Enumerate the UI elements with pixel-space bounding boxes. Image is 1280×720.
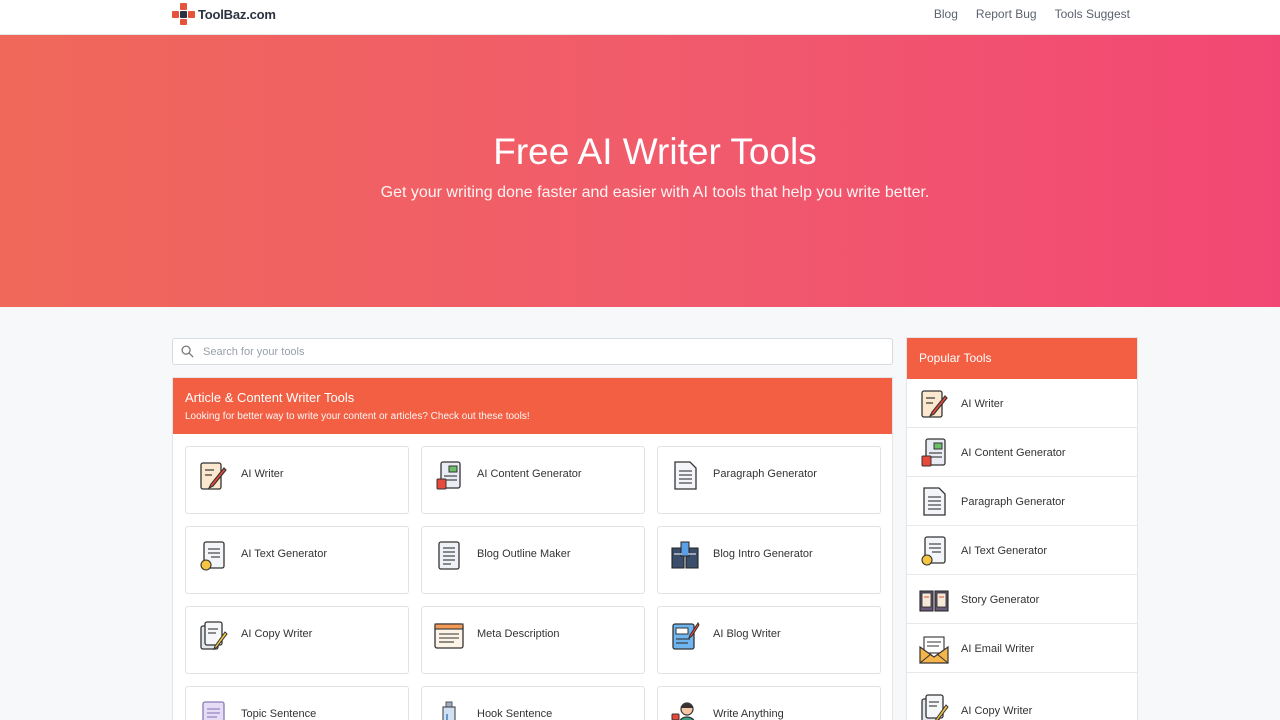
tool-card-ai-copy-writer[interactable]: AI Copy Writer	[185, 606, 409, 674]
brand-name: ToolBaz.com	[198, 6, 276, 22]
search-input[interactable]	[203, 342, 883, 361]
popular-item-label: AI Text Generator	[961, 545, 1048, 557]
tool-label: Blog Intro Generator	[713, 548, 813, 560]
nav-link-tools-suggest[interactable]: Tools Suggest	[1055, 7, 1130, 21]
tool-card-paragraph-generator[interactable]: Paragraph Generator	[657, 446, 881, 514]
popular-item-ai-writer[interactable]: AI Writer	[907, 379, 1137, 428]
popular-item-label: AI Copy Writer	[961, 705, 1033, 717]
tool-card-ai-writer[interactable]: AI Writer	[185, 446, 409, 514]
popular-item-label: Paragraph Generator	[961, 496, 1065, 508]
nav-link-report-bug[interactable]: Report Bug	[976, 7, 1037, 21]
writer-person-icon	[671, 702, 695, 720]
tool-card-ai-text-generator[interactable]: AI Text Generator	[185, 526, 409, 594]
popular-item-label: AI Content Generator	[961, 447, 1066, 459]
copy-pencil-icon	[200, 621, 228, 651]
tool-label: AI Writer	[241, 468, 284, 480]
tool-label: AI Copy Writer	[241, 628, 313, 640]
tool-card-meta-description[interactable]: Meta Description	[421, 606, 645, 674]
tool-label: Meta Description	[477, 628, 560, 640]
paragraph-doc-icon	[923, 487, 946, 516]
blog-pencil-icon	[672, 622, 700, 650]
pencil-notepad-icon	[921, 390, 948, 418]
popular-item-ai-copy-writer[interactable]: AI Copy Writer	[907, 673, 1137, 720]
paragraph-doc-icon	[674, 461, 697, 490]
tool-label: Topic Sentence	[241, 708, 317, 720]
tool-card-ai-blog-writer[interactable]: AI Blog Writer	[657, 606, 881, 674]
category-header: Article & Content Writer Tools Looking f…	[173, 378, 892, 434]
popular-item-ai-content-generator[interactable]: AI Content Generator	[907, 428, 1137, 477]
top-navbar: ToolBaz.com Blog Report Bug Tools Sugges…	[0, 0, 1280, 35]
popular-item-ai-text-generator[interactable]: AI Text Generator	[907, 526, 1137, 575]
hero-subtitle: Get your writing done faster and easier …	[380, 184, 930, 201]
tool-card-blog-outline-maker[interactable]: Blog Outline Maker	[421, 526, 645, 594]
tool-label: AI Text Generator	[241, 548, 328, 560]
tool-label: Write Anything	[713, 708, 784, 720]
category-title: Article & Content Writer Tools	[185, 390, 355, 405]
main-nav: Blog Report Bug Tools Suggest	[934, 7, 1130, 21]
hero-title: Free AI Writer Tools	[493, 131, 817, 172]
popular-tools-title: Popular Tools	[907, 338, 1137, 379]
story-book-icon	[919, 590, 949, 612]
popular-item-paragraph-generator[interactable]: Paragraph Generator	[907, 477, 1137, 526]
tool-card-hook-sentence[interactable]: Hook Sentence	[421, 686, 645, 720]
search-icon	[181, 345, 194, 358]
pencil-notepad-icon	[200, 462, 227, 490]
hook-bottle-icon	[442, 701, 456, 720]
tool-label: Paragraph Generator	[713, 468, 817, 480]
copy-pencil-icon	[921, 694, 949, 720]
text-doc-check-icon	[200, 541, 225, 571]
email-envelope-icon	[919, 636, 949, 664]
brand-logo[interactable]: ToolBaz.com	[172, 3, 276, 25]
tool-label: AI Blog Writer	[713, 628, 781, 640]
tool-card-blog-intro-generator[interactable]: Blog Intro Generator	[657, 526, 881, 594]
hero-banner: Free AI Writer Tools Get your writing do…	[0, 35, 1280, 307]
category-panel: Article & Content Writer Tools Looking f…	[172, 377, 893, 720]
text-doc-check-icon	[921, 536, 946, 566]
logo-icon	[172, 3, 196, 25]
popular-item-label: Story Generator	[961, 594, 1040, 606]
tool-card-write-anything[interactable]: Write Anything	[657, 686, 881, 720]
content-doc-icon	[436, 461, 461, 490]
nav-link-blog[interactable]: Blog	[934, 7, 958, 21]
outline-doc-icon	[438, 541, 460, 570]
tool-label: Blog Outline Maker	[477, 548, 571, 560]
tool-search	[172, 338, 893, 365]
category-subtitle: Looking for better way to write your con…	[185, 411, 530, 422]
popular-item-story-generator[interactable]: Story Generator	[907, 575, 1137, 624]
tool-label: AI Content Generator	[477, 468, 582, 480]
book-intro-icon	[671, 541, 699, 569]
popular-tools-panel: Popular Tools AI Writer AI Content Gener…	[906, 337, 1138, 720]
tool-card-ai-content-generator[interactable]: AI Content Generator	[421, 446, 645, 514]
tool-card-topic-sentence[interactable]: Topic Sentence	[185, 686, 409, 720]
popular-item-label: AI Email Writer	[961, 643, 1035, 655]
popular-item-label: AI Writer	[961, 398, 1004, 410]
tool-label: Hook Sentence	[477, 708, 553, 720]
code-window-icon	[434, 623, 464, 649]
popular-item-ai-email-writer[interactable]: AI Email Writer	[907, 624, 1137, 673]
content-doc-icon	[921, 438, 946, 467]
topic-doc-icon	[202, 701, 225, 720]
